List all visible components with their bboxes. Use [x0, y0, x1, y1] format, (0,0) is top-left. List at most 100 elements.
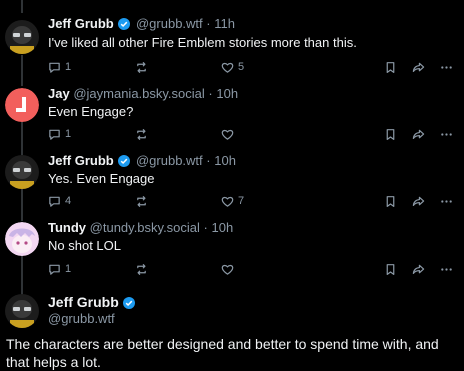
more-options-button[interactable]	[440, 193, 453, 209]
bookmark-button[interactable]	[384, 193, 397, 209]
more-icon	[440, 128, 453, 141]
author-name[interactable]: Tundy	[48, 220, 86, 235]
timestamp[interactable]: 10h	[212, 220, 234, 235]
reply-button[interactable]: 4	[48, 193, 71, 209]
separator: ·	[208, 86, 213, 101]
verified-badge-icon	[123, 297, 136, 309]
bookmark-icon	[384, 195, 397, 208]
repost-icon	[135, 195, 148, 208]
avatar[interactable]	[5, 222, 39, 256]
thread-line	[21, 0, 23, 13]
post-header: Jeff Grubb @grubb.wtf · 11h	[48, 16, 235, 32]
heart-icon	[221, 263, 234, 276]
heart-icon	[221, 128, 234, 141]
thread-line	[21, 122, 23, 155]
post-header: Jeff Grubb @grubb.wtf · 10h	[48, 153, 236, 169]
bookmark-icon	[384, 128, 397, 141]
author-handle[interactable]: @grubb.wtf	[48, 311, 115, 326]
separator: ·	[206, 153, 211, 168]
reply-button[interactable]: 1	[48, 126, 71, 142]
thread-line	[21, 255, 23, 295]
repost-icon	[135, 61, 148, 74]
timestamp[interactable]: 10h	[216, 86, 238, 101]
reply-button[interactable]: 1	[48, 261, 71, 277]
more-icon	[440, 263, 453, 276]
author-handle[interactable]: @tundy.bsky.social	[90, 220, 200, 235]
share-icon	[412, 195, 425, 208]
author-handle[interactable]: @jaymania.bsky.social	[73, 86, 204, 101]
reply-icon	[48, 61, 61, 74]
author-name[interactable]: Jeff Grubb	[48, 294, 119, 310]
share-button[interactable]	[412, 126, 425, 142]
more-icon	[440, 61, 453, 74]
bookmark-button[interactable]	[384, 59, 397, 75]
post-text: I've liked all other Fire Emblem stories…	[48, 35, 357, 50]
like-count: 7	[238, 194, 245, 207]
more-options-button[interactable]	[440, 126, 453, 142]
post-text: Yes. Even Engage	[48, 171, 155, 186]
share-button[interactable]	[412, 261, 425, 277]
bookmark-icon	[384, 263, 397, 276]
separator: ·	[206, 16, 211, 31]
share-icon	[412, 128, 425, 141]
author-handle[interactable]: @grubb.wtf	[136, 16, 203, 31]
share-icon	[412, 263, 425, 276]
timestamp[interactable]: 10h	[214, 153, 236, 168]
author-name[interactable]: Jeff Grubb	[48, 153, 114, 168]
timestamp[interactable]: 11h	[214, 16, 235, 31]
reply-button[interactable]: 1	[48, 59, 71, 75]
repost-button[interactable]	[135, 126, 152, 142]
repost-button[interactable]	[135, 261, 152, 277]
bookmark-button[interactable]	[384, 126, 397, 142]
post-thread: Jeff Grubb @grubb.wtf · 11h I've liked a…	[0, 0, 464, 371]
more-icon	[440, 195, 453, 208]
repost-button[interactable]	[135, 193, 152, 209]
author-handle-row: @grubb.wtf	[48, 311, 115, 327]
share-icon	[412, 61, 425, 74]
bookmark-button[interactable]	[384, 261, 397, 277]
post-header: Tundy @tundy.bsky.social · 10h	[48, 220, 233, 236]
verified-badge-icon	[118, 18, 131, 30]
verified-badge-icon	[118, 155, 131, 167]
heart-icon	[221, 195, 234, 208]
reply-count: 4	[65, 194, 72, 207]
bookmark-icon	[384, 61, 397, 74]
share-button[interactable]	[412, 59, 425, 75]
post-text: The characters are better designed and b…	[6, 336, 439, 370]
author-name[interactable]: Jay	[48, 86, 70, 101]
heart-icon	[221, 61, 234, 74]
like-button[interactable]	[221, 126, 238, 142]
like-button[interactable]: 7	[221, 193, 244, 209]
thread-line	[21, 55, 23, 86]
share-button[interactable]	[412, 193, 425, 209]
avatar[interactable]	[5, 88, 39, 122]
post-header: Jay @jaymania.bsky.social · 10h	[48, 86, 238, 102]
thread-line	[21, 189, 23, 221]
post-actions: 1	[48, 126, 458, 142]
post-actions: 4 7	[48, 193, 458, 209]
reply-count: 1	[65, 127, 72, 140]
author-handle[interactable]: @grubb.wtf	[136, 153, 203, 168]
repost-icon	[135, 128, 148, 141]
post-text: Even Engage?	[48, 104, 134, 119]
reply-icon	[48, 195, 61, 208]
avatar[interactable]	[5, 155, 39, 189]
post-actions: 1 5	[48, 59, 458, 75]
reply-count: 1	[65, 262, 72, 275]
repost-button[interactable]	[135, 59, 152, 75]
reply-icon	[48, 263, 61, 276]
avatar[interactable]	[5, 20, 39, 54]
reply-icon	[48, 128, 61, 141]
like-button[interactable]	[221, 261, 238, 277]
more-options-button[interactable]	[440, 59, 453, 75]
more-options-button[interactable]	[440, 261, 453, 277]
avatar[interactable]	[5, 294, 39, 328]
reply-count: 1	[65, 60, 72, 73]
post-header: Jeff Grubb	[48, 294, 137, 311]
repost-icon	[135, 263, 148, 276]
post-actions: 1	[48, 261, 458, 277]
post-text: No shot LOL	[48, 238, 121, 253]
like-count: 5	[238, 60, 245, 73]
like-button[interactable]: 5	[221, 59, 244, 75]
author-name[interactable]: Jeff Grubb	[48, 16, 114, 31]
